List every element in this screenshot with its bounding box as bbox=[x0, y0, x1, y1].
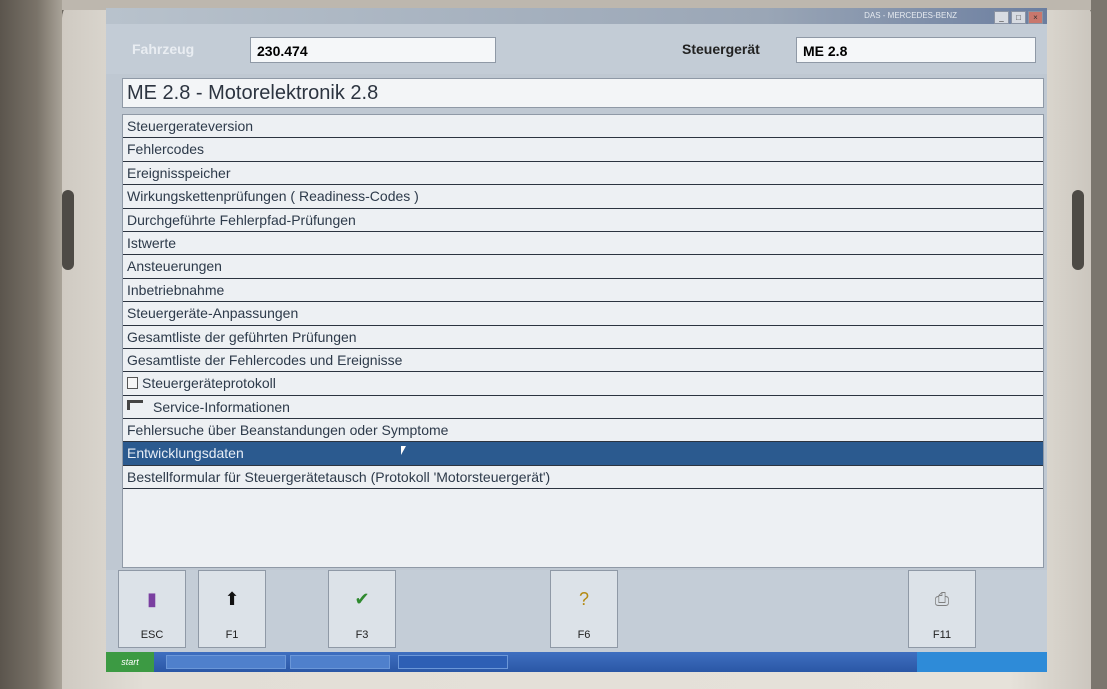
menu-item-inbetriebnahme[interactable]: Inbetriebnahme bbox=[123, 279, 1043, 303]
menu-item-ereignisspeicher[interactable]: Ereignisspeicher bbox=[123, 162, 1043, 186]
menu-item-label: Service-Informationen bbox=[153, 398, 290, 415]
checkmark-icon: ✔ bbox=[354, 589, 370, 609]
mouse-cursor-icon bbox=[401, 446, 406, 456]
maximize-icon[interactable]: □ bbox=[1011, 11, 1026, 24]
hinge-right bbox=[1072, 190, 1084, 270]
menu-item-istwerte[interactable]: Istwerte bbox=[123, 232, 1043, 256]
f11-label: F11 bbox=[932, 629, 952, 641]
arrow-up-icon: ⬆ bbox=[224, 589, 240, 609]
menu-item-service-informationen[interactable]: Service-Informationen bbox=[123, 396, 1043, 420]
taskbar-button[interactable] bbox=[166, 655, 286, 669]
menu-item-label: Durchgeführte Fehlerpfad-Prüfungen bbox=[127, 211, 356, 228]
menu-item-label: Inbetriebnahme bbox=[127, 281, 225, 298]
window-title: DAS - MERCEDES-BENZ bbox=[864, 11, 957, 20]
window-titlebar: DAS - MERCEDES-BENZ _ □ × bbox=[106, 8, 1047, 24]
menu-item-steuergeraeteversion[interactable]: Steuergerateversion bbox=[123, 115, 1043, 139]
menu-item-protokoll[interactable]: Steuergeräteprotokoll bbox=[123, 372, 1043, 396]
menu-item-label: Steuergerateversion bbox=[127, 118, 254, 134]
menu-item-fehlercodes[interactable]: Fehlercodes bbox=[123, 138, 1043, 162]
menu-item-label: Ansteuerungen bbox=[127, 258, 222, 275]
printer-icon: ⎙ bbox=[934, 589, 950, 609]
ecu-label: Steuergerät bbox=[682, 41, 760, 57]
menu-item-label: Entwicklungsdaten bbox=[127, 445, 244, 462]
question-icon: ? bbox=[578, 589, 589, 609]
header-bar: Fahrzeug 230.474 Steuergerät ME 2.8 bbox=[106, 24, 1047, 74]
menu-item-bestellformular[interactable]: Bestellformular für Steuergerätetausch (… bbox=[123, 466, 1043, 490]
function-key-bar: ▮ ESC ⬆ F1 ✔ F3 ? F6 ⎙ F11 bbox=[106, 570, 1047, 652]
menu-item-gesamtliste-fehlercodes[interactable]: Gesamtliste der Fehlercodes und Ereignis… bbox=[123, 349, 1043, 373]
menu-item-label: Ereignisspeicher bbox=[127, 164, 231, 181]
system-tray bbox=[917, 652, 1047, 672]
menu-item-ansteuerungen[interactable]: Ansteuerungen bbox=[123, 255, 1043, 279]
f3-button[interactable]: ✔ F3 bbox=[328, 570, 396, 648]
f11-button[interactable]: ⎙ F11 bbox=[908, 570, 976, 648]
menu-list: Steuergerateversion Fehlercodes Ereignis… bbox=[122, 114, 1044, 568]
f3-label: F3 bbox=[355, 629, 369, 641]
menu-item-anpassungen[interactable]: Steuergeräte-Anpassungen bbox=[123, 302, 1043, 326]
background-right bbox=[1091, 0, 1107, 689]
taskbar-button[interactable] bbox=[290, 655, 390, 669]
menu-item-label: Fehlersuche über Beanstandungen oder Sym… bbox=[127, 422, 449, 439]
menu-item-label: Wirkungskettenprüfungen ( Readiness-Code… bbox=[127, 188, 419, 205]
background-left bbox=[0, 0, 62, 689]
close-icon[interactable]: × bbox=[1028, 11, 1043, 24]
f6-label: F6 bbox=[577, 629, 591, 641]
menu-item-entwicklungsdaten[interactable]: Entwicklungsdaten bbox=[123, 442, 1043, 466]
hinge-left bbox=[62, 190, 74, 270]
start-button[interactable]: start bbox=[106, 652, 154, 672]
vehicle-field: 230.474 bbox=[250, 37, 496, 63]
taskbar: start bbox=[106, 652, 1047, 672]
vehicle-label: Fahrzeug bbox=[132, 41, 195, 57]
esc-button[interactable]: ▮ ESC bbox=[118, 570, 186, 648]
menu-item-readiness[interactable]: Wirkungskettenprüfungen ( Readiness-Code… bbox=[123, 185, 1043, 209]
menu-item-label: Steuergeräte-Anpassungen bbox=[127, 305, 299, 322]
f1-label: F1 bbox=[225, 629, 239, 641]
minimize-icon[interactable]: _ bbox=[994, 11, 1009, 24]
esc-label: ESC bbox=[140, 629, 164, 641]
menu-item-fehlerpfad[interactable]: Durchgeführte Fehlerpfad-Prüfungen bbox=[123, 209, 1043, 232]
door-icon: ▮ bbox=[147, 589, 157, 609]
das-screen: DAS - MERCEDES-BENZ _ □ × Fahrzeug 230.474… bbox=[106, 8, 1047, 672]
module-title: ME 2.8 - Motorelektronik 2.8 bbox=[122, 78, 1044, 108]
pointing-hand-icon bbox=[127, 399, 143, 410]
ecu-field: ME 2.8 bbox=[796, 37, 1036, 63]
menu-item-label: Istwerte bbox=[127, 234, 177, 251]
menu-item-fehlersuche[interactable]: Fehlersuche über Beanstandungen oder Sym… bbox=[123, 419, 1043, 443]
f1-button[interactable]: ⬆ F1 bbox=[198, 570, 266, 648]
menu-item-label: Gesamtliste der Fehlercodes und Ereignis… bbox=[127, 351, 403, 368]
menu-item-label: Fehlercodes bbox=[127, 141, 205, 158]
taskbar-button[interactable] bbox=[398, 655, 508, 669]
menu-item-label: Bestellformular für Steuergerätetausch (… bbox=[127, 468, 551, 485]
menu-item-label: Gesamtliste der geführten Prüfungen bbox=[127, 328, 357, 345]
menu-item-label: Steuergeräteprotokoll bbox=[142, 375, 276, 392]
menu-item-gesamtliste-pruefungen[interactable]: Gesamtliste der geführten Prüfungen bbox=[123, 326, 1043, 349]
document-icon bbox=[127, 377, 138, 390]
f6-button[interactable]: ? F6 bbox=[550, 570, 618, 648]
